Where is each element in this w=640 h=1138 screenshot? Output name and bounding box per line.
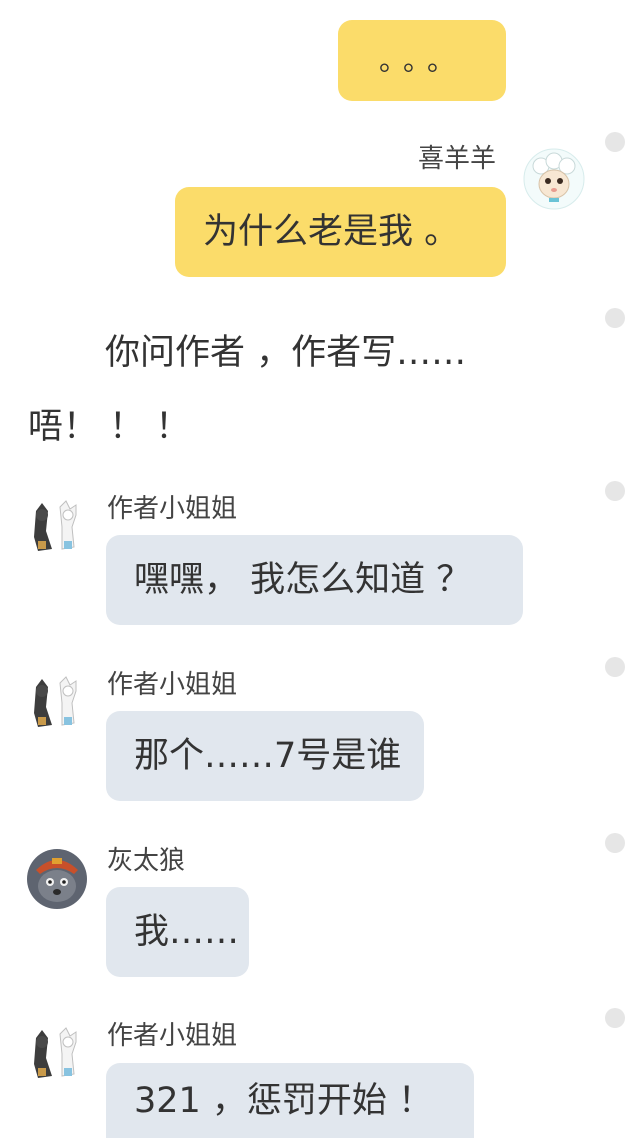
message-text: 为什么老是我 。 <box>203 212 460 252</box>
message-bubble-other[interactable]: 我…… <box>106 887 249 977</box>
grey-wolf-avatar-icon <box>27 849 87 909</box>
side-dot <box>605 657 625 677</box>
message-text: 。。。 <box>378 43 465 77</box>
message-bubble-self[interactable]: 为什么老是我 。 <box>175 187 506 277</box>
message-text: 我…… <box>134 912 240 952</box>
narration-text: 唔！ ！ ！ <box>28 407 191 447</box>
narration-text: 你问作者 ，作者写…… <box>105 333 467 373</box>
avatar-author[interactable] <box>26 673 88 735</box>
sender-name: 喜羊羊 <box>418 144 497 174</box>
wolf-and-sheep-author-avatar-icon <box>34 500 77 551</box>
message-bubble-self[interactable]: 。。。 <box>338 20 506 101</box>
message-text: 那个……7号是谁 <box>134 736 402 776</box>
sender-name: 作者小姐姐 <box>107 670 238 700</box>
side-dot <box>605 833 625 853</box>
sender-name: 作者小姐姐 <box>107 1021 238 1051</box>
side-dot <box>605 308 625 328</box>
wolf-and-sheep-author-avatar-icon <box>34 676 77 727</box>
side-dot <box>605 132 625 152</box>
message-text: 321 ，惩罚开始 ！ <box>134 1081 434 1121</box>
avatar-author[interactable] <box>26 497 88 559</box>
wolf-and-sheep-author-avatar-icon <box>34 1027 77 1078</box>
message-bubble-other[interactable]: 那个……7号是谁 <box>106 711 424 801</box>
avatar-huitailang[interactable] <box>26 848 88 910</box>
side-dot <box>605 1008 625 1028</box>
sender-name: 灰太狼 <box>107 846 186 876</box>
message-bubble-other[interactable]: 321 ，惩罚开始 ！ <box>106 1063 474 1138</box>
avatar-xiyangyang[interactable] <box>523 148 585 210</box>
side-dot <box>605 481 625 501</box>
message-text: 嘿嘿， 我怎么知道 ？ <box>134 560 472 600</box>
avatar-author[interactable] <box>26 1024 88 1086</box>
message-bubble-other[interactable]: 嘿嘿， 我怎么知道 ？ <box>106 535 523 625</box>
sender-name: 作者小姐姐 <box>107 494 238 524</box>
sheep-avatar-icon <box>523 148 585 210</box>
